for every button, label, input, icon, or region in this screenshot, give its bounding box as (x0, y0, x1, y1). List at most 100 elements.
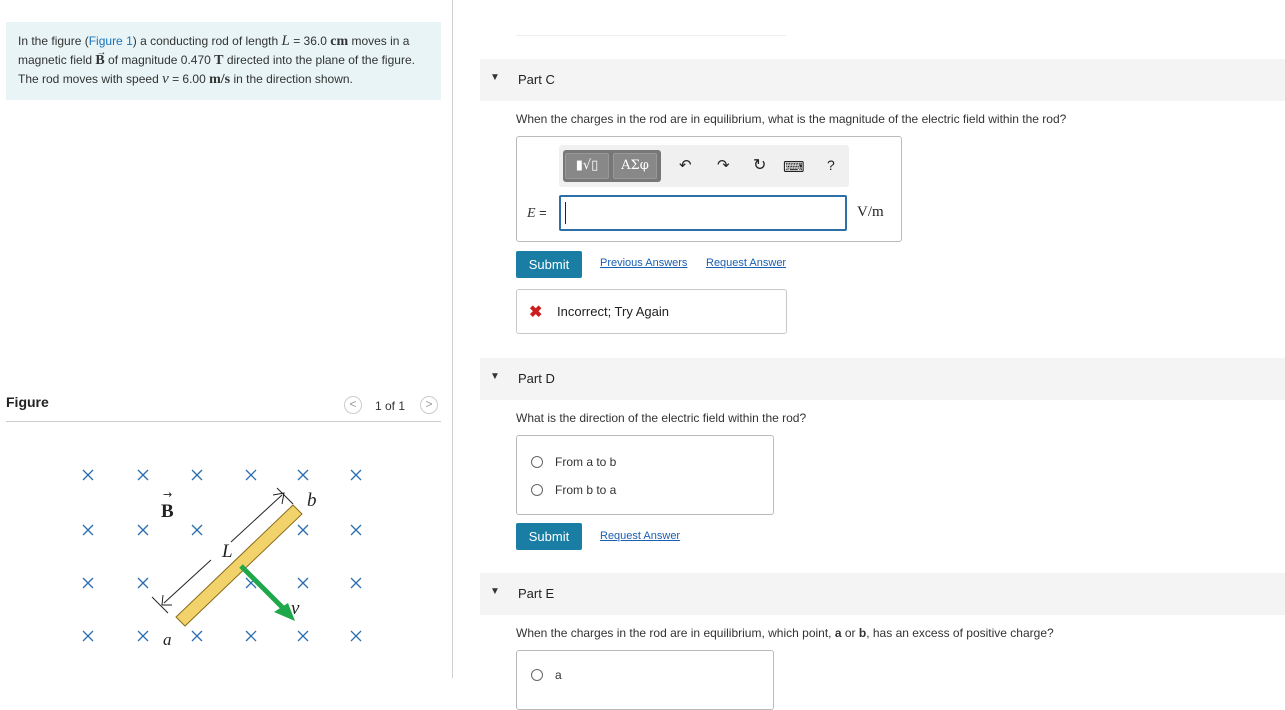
velocity-arrow-shaft (239, 564, 287, 612)
incorrect-icon: ✖ (529, 304, 543, 321)
problem-text: directed into the plane of the figure. (223, 53, 415, 67)
field-x-icon (350, 630, 362, 642)
unit-label: V/m (857, 204, 884, 220)
question-text: When the charges in the rod are in equil… (516, 626, 835, 640)
length-symbol: L (281, 33, 290, 49)
field-label: B (161, 501, 174, 522)
math-toolbar: ▮√▯ ΑΣφ ↶ ↷ ↻ ⌨ ? (559, 145, 849, 187)
vector-arrow-icon: → (163, 488, 172, 501)
field-x-icon (245, 630, 257, 642)
speed-unit: m/s (209, 72, 231, 87)
part-d-header[interactable]: ▼ Part D (480, 358, 1285, 400)
choice-label: From a to b (555, 455, 617, 469)
reset-icon[interactable]: ↻ (753, 156, 766, 174)
text-caret (565, 202, 566, 224)
choice-label: From b to a (555, 483, 617, 497)
problem-text: magnetic field (18, 53, 96, 67)
field-x-icon (137, 524, 149, 536)
radio-button[interactable] (531, 484, 543, 496)
field-x-icon (82, 577, 94, 589)
field-x-icon (297, 469, 309, 481)
end-a-label: a (163, 630, 172, 649)
figure-header: Figure < 1 of 1 > (6, 392, 441, 422)
rod-in-field-figure: B → L a b v (82, 469, 362, 649)
problem-text: in the direction shown. (230, 72, 353, 86)
end-b-label: b (307, 490, 317, 511)
velocity-label: v (291, 598, 300, 619)
variable-symbol: E (527, 206, 536, 221)
redo-icon[interactable]: ↷ (717, 156, 730, 174)
help-button[interactable]: ? (827, 156, 835, 174)
field-x-icon (137, 469, 149, 481)
problem-text: In the figure ( (18, 34, 89, 48)
answer-input[interactable] (559, 195, 847, 231)
field-value: of magnitude 0.470 (104, 53, 215, 67)
problem-line-1: In the figure (Figure 1) a conducting ro… (18, 32, 429, 51)
field-symbol: B → (95, 47, 106, 68)
answer-entry-box: ▮√▯ ΑΣφ ↶ ↷ ↻ ⌨ ? E = V/m (516, 136, 902, 242)
part-c-title: Part C (518, 72, 555, 87)
part-d-title: Part D (518, 371, 555, 386)
field-x-icon (297, 524, 309, 536)
problem-text: moves in a (348, 34, 410, 48)
length-value: = 36.0 (289, 34, 331, 48)
part-c-request-answer-link[interactable]: Request Answer (706, 257, 786, 269)
part-e-question: When the charges in the rod are in equil… (516, 626, 1054, 640)
figure-counter: 1 of 1 (375, 399, 406, 413)
problem-text: The rod moves with speed (18, 72, 163, 86)
field-x-icon (297, 630, 309, 642)
part-c-submit-button[interactable]: Submit (516, 251, 582, 278)
part-d-submit-button[interactable]: Submit (516, 523, 582, 550)
next-figure-button[interactable]: > (420, 396, 438, 414)
collapse-triangle-icon[interactable]: ▼ (490, 371, 500, 382)
choice-label: a (555, 668, 562, 682)
collapse-triangle-icon[interactable]: ▼ (490, 72, 500, 83)
problem-statement: In the figure (Figure 1) a conducting ro… (6, 22, 441, 100)
field-x-icon (137, 630, 149, 642)
keyboard-icon[interactable]: ⌨ (783, 158, 805, 176)
part-c-question: When the charges in the rod are in equil… (516, 112, 1067, 126)
rod-end-tick (276, 487, 294, 505)
field-x-icon (245, 469, 257, 481)
previous-answers-link[interactable]: Previous Answers (600, 257, 687, 269)
field-x-icon (350, 577, 362, 589)
undo-icon[interactable]: ↶ (679, 156, 692, 174)
question-text: or (841, 626, 859, 640)
field-x-icon (297, 577, 309, 589)
part-e-choices: a (516, 650, 774, 710)
problem-line-2: magnetic field B → of magnitude 0.470 T d… (18, 47, 429, 70)
field-x-icon (82, 469, 94, 481)
part-d-question: What is the direction of the electric fi… (516, 411, 807, 425)
part-e-header[interactable]: ▼ Part E (480, 573, 1285, 615)
field-x-icon (191, 630, 203, 642)
feedback-text: Incorrect; Try Again (557, 304, 669, 319)
part-d-request-answer-link[interactable]: Request Answer (600, 530, 680, 542)
speed-value: = 6.00 (168, 72, 210, 86)
field-x-icon (137, 577, 149, 589)
radio-button[interactable] (531, 669, 543, 681)
figure-title: Figure (6, 394, 49, 410)
greek-symbols-button[interactable]: ΑΣφ (613, 153, 657, 179)
previous-figure-button[interactable]: < (344, 396, 362, 414)
templates-button[interactable]: ▮√▯ (565, 153, 609, 179)
field-x-icon (82, 630, 94, 642)
problem-text: ) a conducting rod of length (132, 34, 282, 48)
collapse-triangle-icon[interactable]: ▼ (490, 586, 500, 597)
part-c-header[interactable]: ▼ Part C (480, 59, 1285, 101)
field-x-icon (82, 524, 94, 536)
field-x-icon (191, 469, 203, 481)
figure-link[interactable]: Figure 1 (89, 34, 133, 48)
field-x-icon (350, 524, 362, 536)
field-x-icon (191, 524, 203, 536)
radio-button[interactable] (531, 456, 543, 468)
panel-divider (452, 0, 453, 678)
vector-arrow-icon: → (96, 47, 107, 58)
template-group: ▮√▯ ΑΣφ (563, 150, 661, 182)
length-unit: cm (330, 34, 349, 49)
problem-line-3: The rod moves with speed v = 6.00 m/s in… (18, 70, 429, 89)
feedback-box: ✖ Incorrect; Try Again (516, 289, 787, 334)
variable-label: E = (527, 205, 547, 221)
speed-symbol: v (162, 71, 169, 87)
part-e-title: Part E (518, 586, 555, 601)
point-a-label: a (834, 626, 842, 640)
